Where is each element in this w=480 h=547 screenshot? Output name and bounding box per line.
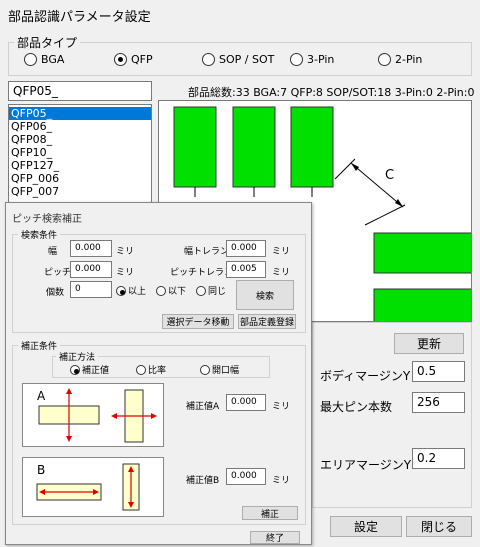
width-input[interactable]: 0.000 [70,240,112,257]
list-item[interactable]: QFP_007 [9,185,151,198]
radio-indicator [196,285,206,296]
dimension-label: C [385,168,394,183]
pad [373,288,471,321]
correction-value-a-input[interactable]: 0.000 [226,394,266,411]
width-tolerance-input[interactable]: 0.000 [226,240,266,257]
area-margin-y-label: エリアマージンY [320,458,412,472]
radio-label: QFP [131,53,153,66]
width-unit: ミリ [116,247,135,257]
radio-label: 補正値 [82,366,110,376]
close-button[interactable]: 閉じる [406,516,472,537]
radio-label: 2-Pin [395,53,423,66]
radio-label: 以上 [128,287,147,297]
radio-2pin[interactable]: 2-Pin [378,53,422,66]
body-margin-y-label: ボディマージンY [320,369,411,383]
width-tolerance-unit: ミリ [272,247,291,257]
diagram-b: B [22,457,164,517]
pitch-search-dialog: ピッチ検索補正 検索条件 幅 0.000 ミリ 幅トレランス 0.000 ミリ … [5,202,312,545]
area-margin-y-input[interactable]: 0.2 [412,448,465,469]
radio-indicator [116,285,126,296]
pad [173,106,217,188]
max-pins-label: 最大ピン本数 [320,400,393,414]
count-input[interactable]: 0 [70,281,112,298]
pitch-input[interactable]: 0.000 [70,261,112,278]
radio-indicator [114,53,127,66]
radio-qfp[interactable]: QFP [114,53,153,66]
radio-indicator [378,53,391,66]
set-button[interactable]: 設定 [330,516,402,537]
list-item[interactable]: QFP127_ [9,159,151,172]
radio-label: 比率 [148,366,167,376]
window-title: 部品認識パラメータ設定 [8,10,151,25]
update-button[interactable]: 更新 [394,333,464,354]
register-part-button[interactable]: 部品定義登録 [238,314,296,329]
part-type-label: 部品タイプ [14,34,81,51]
pad [373,232,471,274]
pitch-label: ピッチ [44,268,72,278]
list-item[interactable]: QFP05_ [9,107,151,120]
diagram-b-label: B [37,463,45,477]
radio-label: 開口幅 [212,366,240,376]
pitch-tolerance-unit: ミリ [272,268,291,278]
radio-correction-value[interactable]: 補正値 [70,363,109,376]
radio-ratio[interactable]: 比率 [136,363,166,376]
end-button[interactable]: 終了 [250,531,300,544]
radio-3pin[interactable]: 3-Pin [290,53,334,66]
list-item[interactable]: QFP_006 [9,172,151,185]
diagram-a: A [22,383,164,447]
correction-value-b-label: 補正値B [186,476,220,486]
radio-count-below[interactable]: 以下 [156,284,186,297]
list-item[interactable]: QFP08_ [9,133,151,146]
correction-value-b-unit: ミリ [272,476,291,486]
dialog-title: ピッチ検索補正 [12,214,82,225]
correction-value-a-label: 補正値A [186,402,220,412]
body-margin-y-input[interactable]: 0.5 [412,361,465,382]
part-search-input[interactable]: QFP05_ [8,81,152,101]
list-item[interactable]: QFP06_ [9,120,151,133]
dimension-line [350,162,404,208]
correction-value-a-unit: ミリ [272,402,291,412]
pad [232,106,276,188]
radio-label: 同じ [208,287,227,297]
pitch-unit: ミリ [116,268,135,278]
count-label: 個数 [46,288,65,298]
radio-label: 以下 [168,287,187,297]
radio-indicator [156,285,166,296]
correction-value-b-input[interactable]: 0.000 [226,468,266,485]
diagram-a-canvas: A [37,388,157,443]
part-list[interactable]: QFP05_ QFP06_ QFP08_ QFP10_ QFP127_ QFP_… [8,104,152,204]
radio-label: BGA [41,53,65,66]
radio-indicator [136,364,146,375]
radio-indicator [24,53,37,66]
max-pins-input[interactable]: 256 [412,392,465,413]
radio-count-above[interactable]: 以上 [116,284,146,297]
list-item[interactable]: QFP10_ [9,146,151,159]
correct-button[interactable]: 補正 [242,506,298,520]
pad [290,106,334,188]
radio-bga[interactable]: BGA [24,53,64,66]
radio-count-equal[interactable]: 同じ [196,284,226,297]
radio-sop-sot[interactable]: SOP / SOT [202,53,274,66]
radio-label: SOP / SOT [219,53,275,66]
radio-opening-width[interactable]: 開口幅 [200,363,239,376]
move-selected-data-button[interactable]: 選択データ移動 [162,314,234,329]
radio-indicator [290,53,303,66]
search-button[interactable]: 検索 [236,280,294,310]
correction-conditions-label: 補正条件 [18,339,61,352]
diagram-a-label: A [37,389,46,403]
radio-indicator [70,364,80,375]
diagram-b-canvas: B [36,463,140,511]
search-conditions-label: 検索条件 [18,228,61,241]
pitch-tolerance-input[interactable]: 0.005 [226,261,266,278]
radio-indicator [200,364,210,375]
part-summary: 部品総数:33 BGA:7 QFP:8 SOP/SOT:18 3-Pin:0 2… [188,86,475,99]
width-label: 幅 [48,247,58,257]
correction-method-label: 補正方法 [56,350,99,363]
radio-label: 3-Pin [307,53,335,66]
radio-indicator [202,53,215,66]
